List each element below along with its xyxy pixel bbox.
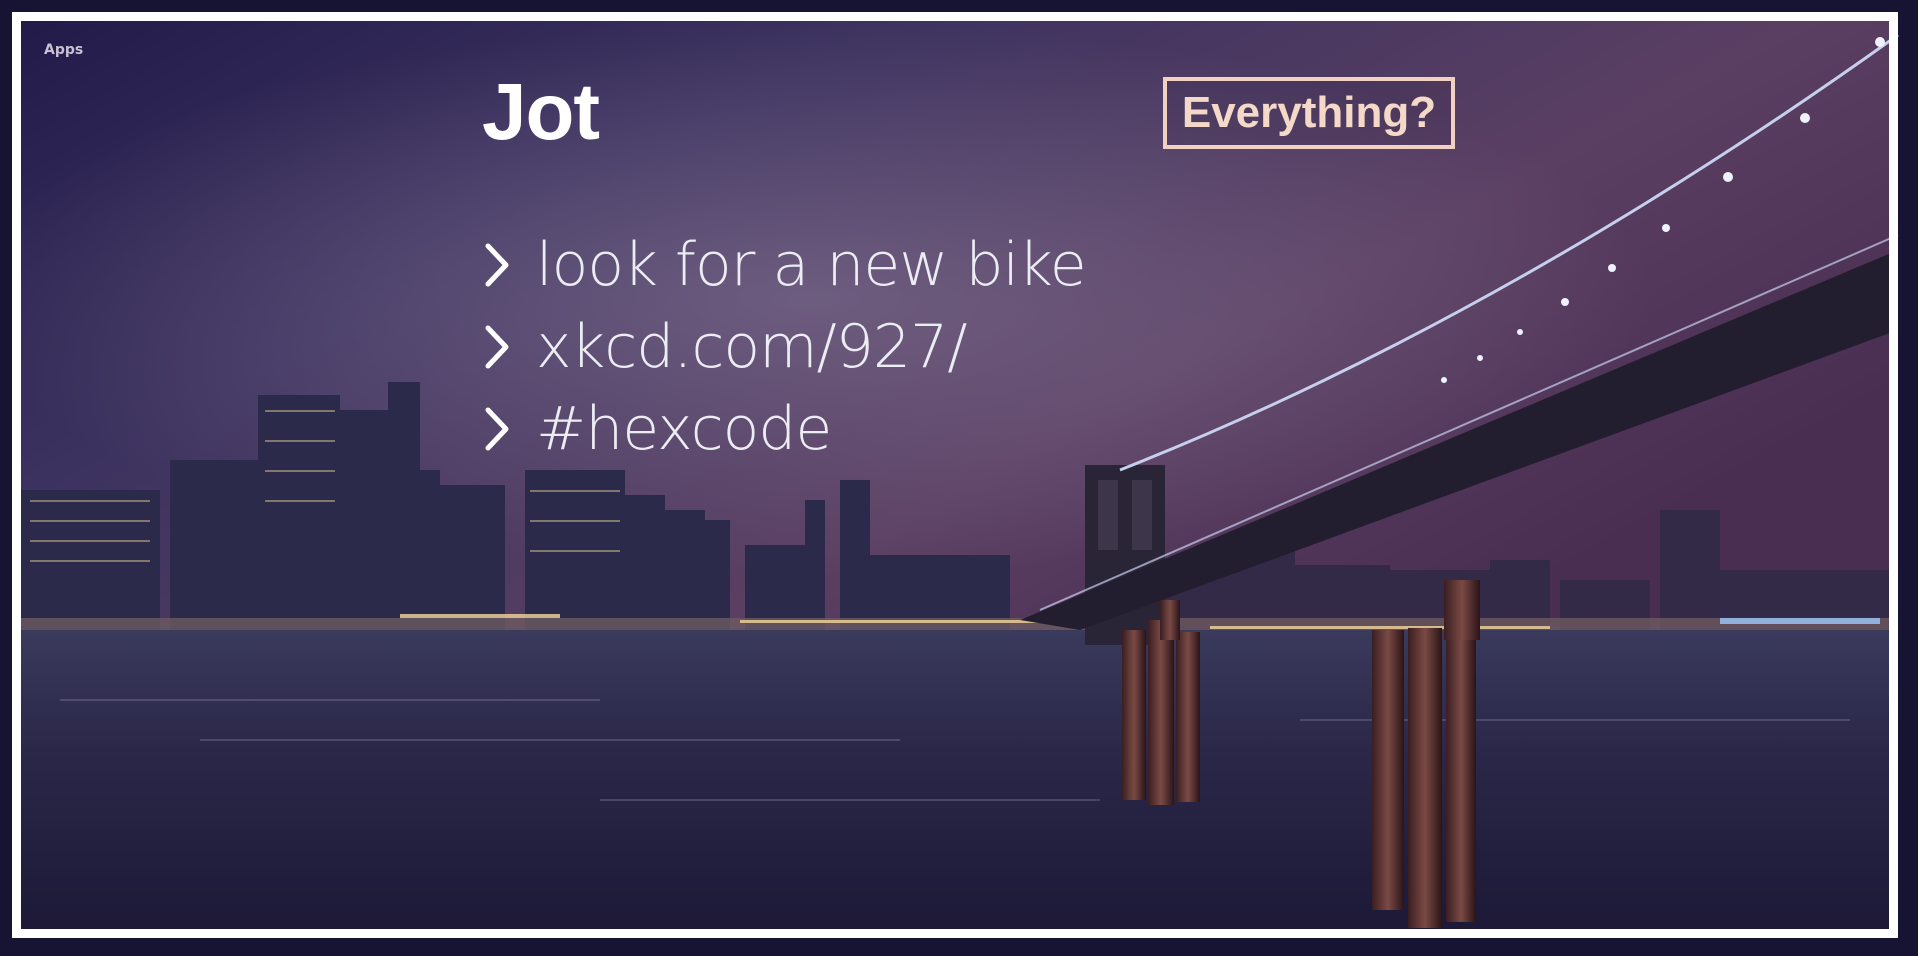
note-item[interactable]: #hexcode: [482, 388, 1086, 470]
notes-list: look for a new bike xkcd.com/927/ #hexco…: [482, 224, 1087, 470]
chevron-right-icon: [485, 243, 509, 287]
apps-link[interactable]: Apps: [44, 42, 83, 58]
chevron-right-icon: [485, 325, 509, 369]
note-text: look for a new bike: [536, 230, 1087, 300]
note-item[interactable]: look for a new bike: [482, 224, 1087, 306]
everything-toggle-button[interactable]: Everything?: [1163, 77, 1455, 149]
note-item[interactable]: xkcd.com/927/: [482, 306, 1086, 388]
note-text: #hexcode: [536, 394, 832, 464]
background-photo: [0, 0, 1918, 956]
chevron-right-icon: [485, 407, 509, 451]
note-text: xkcd.com/927/: [536, 312, 967, 382]
app-title: Jot: [482, 67, 600, 156]
